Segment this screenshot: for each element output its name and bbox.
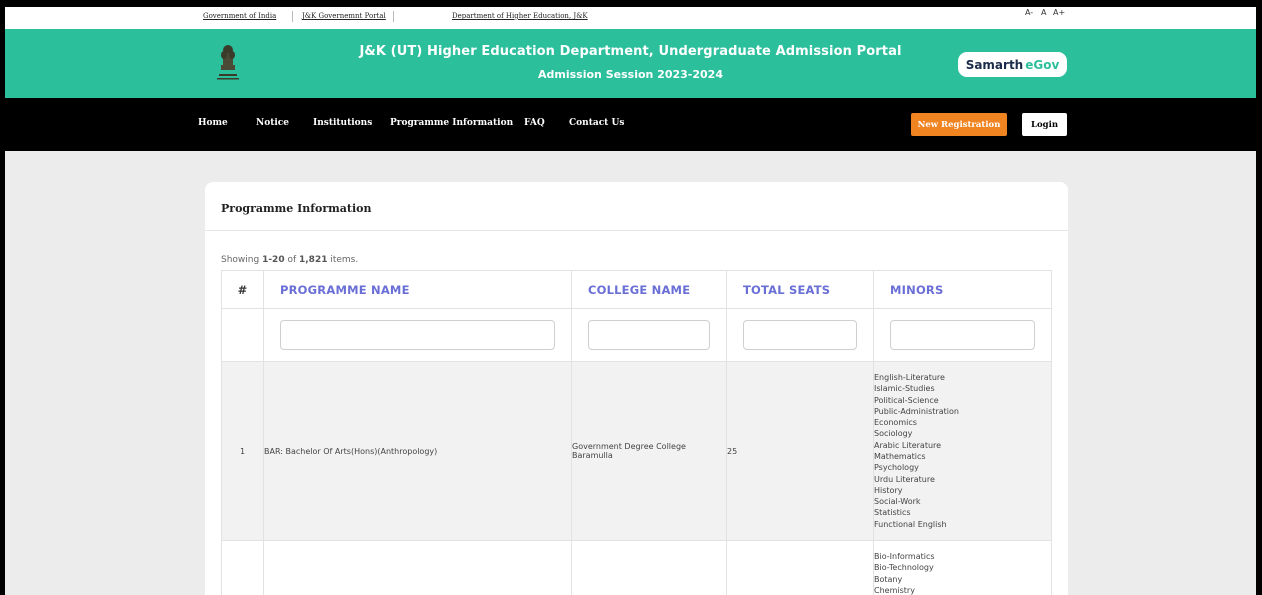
summary-range: 1-20: [262, 255, 285, 265]
card-divider: [205, 230, 1068, 231]
column-header-total-seats[interactable]: TOTAL SEATS: [726, 270, 874, 309]
minor-item: Urdu Literature: [874, 474, 935, 484]
samarth-egov-logo[interactable]: Samarth eGov: [958, 52, 1067, 77]
column-header-minors[interactable]: MINORS: [873, 270, 1052, 309]
jk-government-portal-link[interactable]: J&K Governemnt Portal: [302, 12, 386, 20]
minor-item: Bio-Informatics: [874, 552, 935, 561]
college-name-filter-input[interactable]: [588, 320, 710, 350]
font-decrease-button[interactable]: A-: [1025, 8, 1033, 17]
minor-item: Political-Science: [874, 395, 939, 405]
top-utility-bar: Government of India J&K Governemnt Porta…: [5, 7, 1256, 29]
nav-home[interactable]: Home: [198, 118, 228, 128]
summary-suffix: items.: [327, 255, 359, 265]
summary-of: of: [284, 255, 299, 265]
filter-cell: [263, 308, 572, 362]
filter-cell-empty: [221, 308, 264, 362]
minors-cell: Bio-Informatics Bio-Technology Botany Ch…: [873, 540, 1052, 595]
nav-notice[interactable]: Notice: [256, 118, 289, 128]
row-index: 1: [221, 361, 264, 541]
minors-cell: English-Literature Islamic-Studies Polit…: [873, 361, 1052, 541]
college-name-cell: [571, 540, 727, 595]
programme-name-cell: BAR: Bachelor Of Arts(Hons)(Anthropology…: [263, 361, 572, 541]
summary-total: 1,821: [299, 255, 328, 265]
brand-name-part2: eGov: [1025, 57, 1060, 72]
programme-name-cell: [263, 540, 572, 595]
card-title: Programme Information: [221, 202, 372, 215]
college-name-cell: Government Degree College Baramulla: [571, 361, 727, 541]
row-index: [221, 540, 264, 595]
government-of-india-link[interactable]: Government of India: [203, 12, 276, 20]
portal-title: J&K (UT) Higher Education Department, Un…: [359, 44, 902, 59]
minor-item: Psychology: [874, 463, 919, 473]
table-row: 1 BAR: Bachelor Of Arts(Hons)(Anthropolo…: [221, 361, 1052, 541]
column-header-college-name[interactable]: COLLEGE NAME: [571, 270, 727, 309]
login-button[interactable]: Login: [1022, 113, 1067, 136]
minor-item: Bio-Technology: [874, 563, 934, 573]
minor-item: Arabic Literature: [874, 440, 942, 450]
link-separator: [393, 11, 394, 22]
link-separator: [292, 11, 293, 22]
total-seats-filter-input[interactable]: [743, 320, 857, 350]
admission-session-subtitle: Admission Session 2023-2024: [538, 68, 723, 81]
minor-item: Statistics: [874, 508, 911, 518]
programme-table: # PROGRAMME NAME COLLEGE NAME TOTAL SEAT…: [221, 270, 1052, 595]
minors-filter-input[interactable]: [890, 320, 1035, 350]
minor-item: English-Literature: [874, 372, 945, 382]
column-header-programme-name[interactable]: PROGRAMME NAME: [263, 270, 572, 309]
nav-faq[interactable]: FAQ: [524, 118, 545, 128]
minor-item: Islamic-Studies: [874, 384, 935, 394]
minor-item: Functional English: [874, 519, 947, 529]
programme-information-card: Programme Information Showing 1-20 of 1,…: [205, 182, 1068, 595]
results-summary: Showing 1-20 of 1,821 items.: [221, 255, 358, 265]
filter-row: [221, 308, 1052, 362]
minor-item: Sociology: [874, 429, 913, 439]
column-header-index: #: [221, 270, 264, 309]
minor-item: Mathematics: [874, 452, 926, 461]
department-higher-education-link[interactable]: Department of Higher Education, J&K: [452, 12, 588, 20]
minor-item: Chemistry: [874, 585, 915, 595]
nav-contact-us[interactable]: Contact Us: [569, 118, 624, 128]
nav-institutions[interactable]: Institutions: [313, 118, 372, 128]
minor-item: History: [874, 485, 903, 495]
new-registration-button[interactable]: New Registration: [911, 113, 1007, 136]
site-header: J&K (UT) Higher Education Department, Un…: [5, 29, 1256, 98]
programme-name-filter-input[interactable]: [280, 320, 555, 350]
minor-item: Public-Administration: [874, 406, 959, 416]
summary-prefix: Showing: [221, 255, 263, 265]
browser-viewport: Government of India J&K Governemnt Porta…: [5, 7, 1256, 595]
total-seats-cell: 25: [726, 361, 874, 541]
minor-item: Social-Work: [874, 497, 921, 507]
nav-programme-information[interactable]: Programme Information: [390, 118, 513, 128]
table-row: Bio-Informatics Bio-Technology Botany Ch…: [221, 540, 1052, 595]
filter-cell: [571, 308, 727, 362]
main-navigation: Home Notice Institutions Programme Infor…: [5, 98, 1256, 151]
minor-item: Botany: [874, 574, 903, 584]
brand-name-part1: Samarth: [965, 57, 1024, 72]
total-seats-cell: [726, 540, 874, 595]
font-increase-button[interactable]: A+: [1053, 8, 1065, 17]
filter-cell: [726, 308, 874, 362]
font-reset-button[interactable]: A: [1041, 8, 1046, 17]
minor-item: Economics: [874, 418, 917, 428]
table-header-row: # PROGRAMME NAME COLLEGE NAME TOTAL SEAT…: [221, 270, 1052, 309]
filter-cell: [873, 308, 1052, 362]
